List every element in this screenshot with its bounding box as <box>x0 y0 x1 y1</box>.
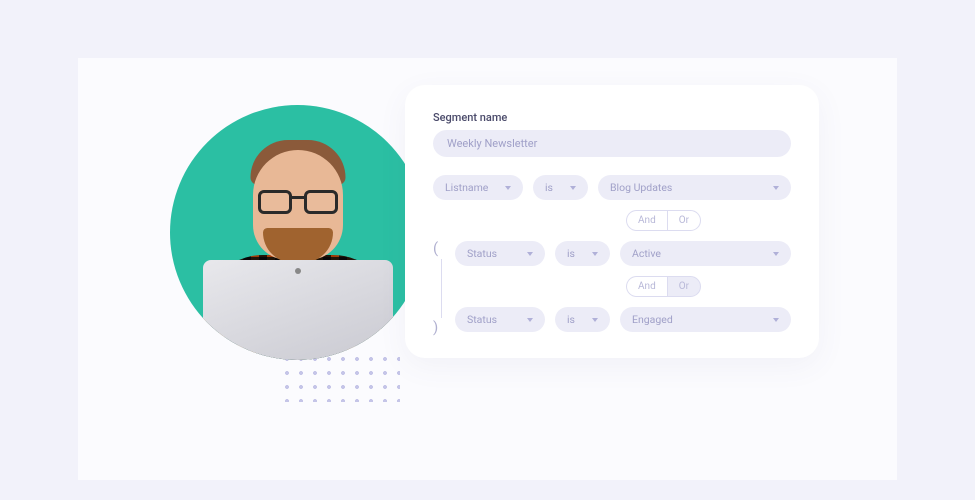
dropdown-value: Active <box>632 247 661 260</box>
dropdown-value: is <box>567 247 575 260</box>
dropdown-value: is <box>545 181 553 194</box>
chevron-down-icon <box>527 318 533 322</box>
dropdown-value: Status <box>467 247 497 260</box>
rule-row-1: Listname is Blog Updates <box>433 175 791 200</box>
dropdown-value: Engaged <box>632 313 673 326</box>
group-open-paren: ( <box>433 239 438 257</box>
logic-toggle-1: And Or <box>433 210 791 231</box>
operator-dropdown[interactable]: is <box>533 175 588 200</box>
operator-dropdown[interactable]: is <box>555 241 610 266</box>
group-line <box>441 259 442 318</box>
chevron-down-icon <box>592 318 598 322</box>
operator-dropdown[interactable]: is <box>555 307 610 332</box>
chevron-down-icon <box>505 186 511 190</box>
value-dropdown[interactable]: Blog Updates <box>598 175 791 200</box>
dropdown-value: is <box>567 313 575 326</box>
chevron-down-icon <box>773 318 779 322</box>
value-dropdown[interactable]: Engaged <box>620 307 791 332</box>
or-button[interactable]: Or <box>667 276 701 297</box>
segment-builder-card: Segment name Weekly Newsletter Listname … <box>405 85 819 358</box>
segment-name-input[interactable]: Weekly Newsletter <box>433 130 791 157</box>
field-dropdown[interactable]: Listname <box>433 175 523 200</box>
logic-toggle-2: And Or <box>455 276 791 297</box>
segment-name-label: Segment name <box>433 111 791 124</box>
group-close-paren: ) <box>433 318 438 336</box>
rule-group: ( Status is Active And Or Status <box>433 241 791 332</box>
rule-row-2: Status is Active <box>455 241 791 266</box>
field-dropdown[interactable]: Status <box>455 307 545 332</box>
value-dropdown[interactable]: Active <box>620 241 791 266</box>
and-button[interactable]: And <box>626 210 667 231</box>
chevron-down-icon <box>527 252 533 256</box>
chevron-down-icon <box>592 252 598 256</box>
and-button[interactable]: And <box>626 276 667 297</box>
or-button[interactable]: Or <box>667 210 701 231</box>
dropdown-value: Blog Updates <box>610 181 672 194</box>
chevron-down-icon <box>773 252 779 256</box>
rule-row-3: Status is Engaged <box>455 307 791 332</box>
avatar-photo <box>170 105 425 360</box>
chevron-down-icon <box>570 186 576 190</box>
chevron-down-icon <box>773 186 779 190</box>
dropdown-value: Status <box>467 313 497 326</box>
field-dropdown[interactable]: Status <box>455 241 545 266</box>
dropdown-value: Listname <box>445 181 488 194</box>
